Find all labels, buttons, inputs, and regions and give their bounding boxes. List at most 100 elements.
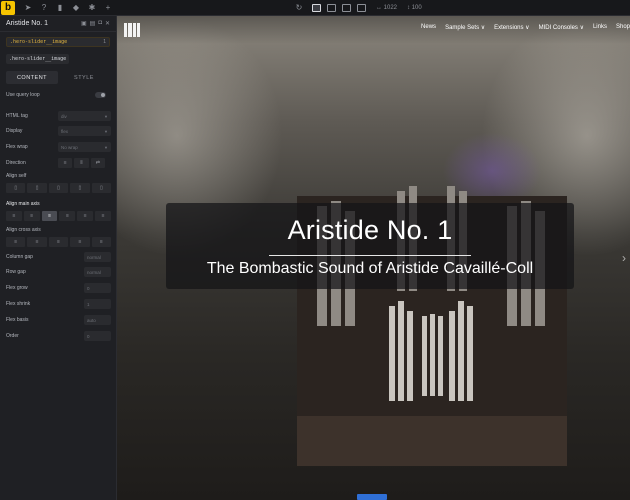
tab-content[interactable]: CONTENT bbox=[6, 71, 58, 84]
justify-start-icon[interactable]: ≡ bbox=[6, 211, 22, 221]
direction-column-icon[interactable]: ⦀ bbox=[74, 158, 89, 168]
flex-grow-input[interactable]: 0 bbox=[84, 283, 111, 293]
site-logo[interactable] bbox=[124, 23, 140, 37]
flex-basis-input[interactable]: auto bbox=[84, 315, 111, 325]
selected-class[interactable]: .hero-slider__image bbox=[6, 54, 70, 64]
direction-label: Direction bbox=[6, 160, 26, 166]
tab-style[interactable]: STYLE bbox=[58, 71, 110, 84]
flex-wrap-placeholder: No wrap bbox=[61, 144, 78, 150]
column-gap-row: Column gap normal bbox=[6, 252, 111, 262]
align-self-start-icon[interactable]: ▯ bbox=[6, 183, 26, 193]
element-title: Aristide No. 1 bbox=[6, 20, 49, 27]
justify-between-icon[interactable]: ≡ bbox=[59, 211, 76, 221]
flex-shrink-input[interactable]: 1 bbox=[84, 299, 111, 309]
close-icon[interactable]: ✕ bbox=[105, 20, 110, 27]
tablet-breakpoint-icon[interactable] bbox=[327, 3, 336, 12]
hero-divider bbox=[269, 255, 471, 256]
copy-icon[interactable]: ▣ bbox=[81, 20, 87, 27]
hero-caption[interactable]: Aristide No. 1 The Bombastic Sound of Ar… bbox=[166, 203, 574, 289]
page-icon[interactable]: ▮ bbox=[53, 3, 67, 12]
display-label: Display bbox=[6, 128, 23, 134]
html-tag-row: HTML tag div ▼ bbox=[6, 111, 111, 121]
align-items-stretch-icon[interactable]: ≡ bbox=[70, 237, 90, 247]
query-loop-toggle[interactable] bbox=[95, 92, 106, 98]
nav-item-links[interactable]: Links bbox=[593, 24, 607, 31]
query-loop-label: Use query loop bbox=[6, 92, 40, 98]
chevron-down-icon: ▼ bbox=[104, 144, 108, 150]
chevron-down-icon: ▼ bbox=[104, 128, 108, 134]
class-count: 1 bbox=[103, 39, 106, 45]
align-cross-axis-buttons: ≡ ≡ ≡ ≡ ≡ bbox=[6, 237, 112, 247]
builder-logo[interactable]: b bbox=[1, 0, 15, 15]
desktop-breakpoint-icon[interactable] bbox=[312, 3, 321, 12]
align-self-end-icon[interactable]: ▯ bbox=[48, 183, 69, 193]
builder-canvas[interactable]: News Sample Sets ∨ Extensions ∨ MIDI Con… bbox=[117, 16, 630, 500]
align-items-baseline-icon[interactable]: ≡ bbox=[91, 237, 112, 247]
zoom-field[interactable]: ↕ 100 bbox=[407, 5, 422, 11]
column-gap-label: Column gap bbox=[6, 254, 33, 260]
hero-subtitle: The Bombastic Sound of Aristide Cavaillé… bbox=[206, 260, 534, 277]
selection-handle[interactable] bbox=[357, 494, 387, 500]
breakpoint-controls: ↻ ↔ 1022 ↕ 100 bbox=[292, 3, 422, 12]
mobile-portrait-icon[interactable] bbox=[357, 3, 366, 12]
justify-center-icon[interactable]: ≡ bbox=[23, 211, 40, 221]
order-input[interactable]: 0 bbox=[84, 331, 111, 341]
justify-evenly-icon[interactable]: ≡ bbox=[95, 211, 111, 221]
add-icon[interactable]: + bbox=[101, 3, 115, 12]
display-select[interactable]: flex ▼ bbox=[58, 126, 111, 136]
templates-icon[interactable]: ◆ bbox=[69, 3, 83, 12]
nav-item-midi-consoles[interactable]: MIDI Consoles ∨ bbox=[539, 24, 584, 31]
column-gap-input[interactable]: normal bbox=[84, 252, 111, 262]
align-self-buttons: ▯ ▯ ▯ ▯ ▯ bbox=[6, 183, 112, 193]
order-row: Order 0 bbox=[6, 331, 111, 341]
nav-item-extensions[interactable]: Extensions ∨ bbox=[494, 24, 529, 31]
justify-end-icon[interactable]: ≡ bbox=[41, 211, 58, 221]
display-row: Display flex ▼ bbox=[6, 126, 111, 136]
align-items-center-icon[interactable]: ≡ bbox=[27, 237, 47, 247]
align-self-label: Align self bbox=[6, 173, 27, 179]
direction-buttons: ≡ ⦀ ⇄ bbox=[58, 158, 105, 168]
nav-item-news[interactable]: News bbox=[421, 24, 436, 31]
html-tag-placeholder: div bbox=[61, 113, 67, 119]
align-items-end-icon[interactable]: ≡ bbox=[48, 237, 69, 247]
align-main-axis-buttons: ≡ ≡ ≡ ≡ ≡ ≡ bbox=[6, 211, 111, 221]
query-loop-row: Use query loop bbox=[6, 90, 111, 100]
flex-wrap-select[interactable]: No wrap ▼ bbox=[58, 142, 111, 152]
flex-basis-row: Flex basis auto bbox=[6, 315, 111, 325]
flex-shrink-label: Flex shrink bbox=[6, 301, 31, 307]
width-value: 1022 bbox=[383, 4, 398, 11]
display-placeholder: flex bbox=[61, 128, 69, 134]
css-class-chip[interactable]: .hero-slider__image 1 bbox=[6, 37, 110, 47]
lock-icon[interactable]: ◘ bbox=[98, 20, 102, 27]
nav-item-shop[interactable]: Shop bbox=[616, 24, 630, 31]
site-header: News Sample Sets ∨ Extensions ∨ MIDI Con… bbox=[117, 16, 630, 44]
flex-wrap-label: Flex wrap bbox=[6, 144, 28, 150]
align-self-stretch-icon[interactable]: ▯ bbox=[70, 183, 90, 193]
nav-item-sample-sets[interactable]: Sample Sets ∨ bbox=[445, 24, 485, 31]
paste-icon[interactable]: ▤ bbox=[90, 20, 96, 27]
slider-next-icon[interactable]: › bbox=[622, 251, 626, 265]
flex-grow-row: Flex grow 0 bbox=[6, 283, 111, 293]
hero-title: Aristide No. 1 bbox=[287, 215, 453, 245]
html-tag-label: HTML tag bbox=[6, 113, 28, 119]
panel-header: Aristide No. 1 ▣ ▤ ◘ ✕ bbox=[0, 16, 116, 32]
class-name: .hero-slider__image bbox=[10, 39, 68, 45]
row-gap-input[interactable]: normal bbox=[84, 267, 111, 277]
align-self-center-icon[interactable]: ▯ bbox=[27, 183, 47, 193]
refresh-icon[interactable]: ↻ bbox=[292, 3, 306, 12]
align-items-start-icon[interactable]: ≡ bbox=[6, 237, 26, 247]
align-self-baseline-icon[interactable]: ▯ bbox=[91, 183, 112, 193]
cursor-icon[interactable]: ➤ bbox=[21, 3, 35, 12]
justify-around-icon[interactable]: ≡ bbox=[77, 211, 94, 221]
help-icon[interactable]: ? bbox=[37, 3, 51, 12]
settings-icon[interactable]: ✱ bbox=[85, 3, 99, 12]
row-gap-row: Row gap normal bbox=[6, 267, 111, 277]
row-gap-label: Row gap bbox=[6, 269, 26, 275]
width-field[interactable]: ↔ 1022 bbox=[376, 5, 397, 11]
direction-row-icon[interactable]: ≡ bbox=[58, 158, 73, 168]
flex-wrap-row: Flex wrap No wrap ▼ bbox=[6, 142, 111, 152]
mobile-landscape-icon[interactable] bbox=[342, 3, 351, 12]
html-tag-select[interactable]: div ▼ bbox=[58, 111, 111, 121]
flex-shrink-row: Flex shrink 1 bbox=[6, 299, 111, 309]
direction-reverse-icon[interactable]: ⇄ bbox=[90, 158, 105, 168]
